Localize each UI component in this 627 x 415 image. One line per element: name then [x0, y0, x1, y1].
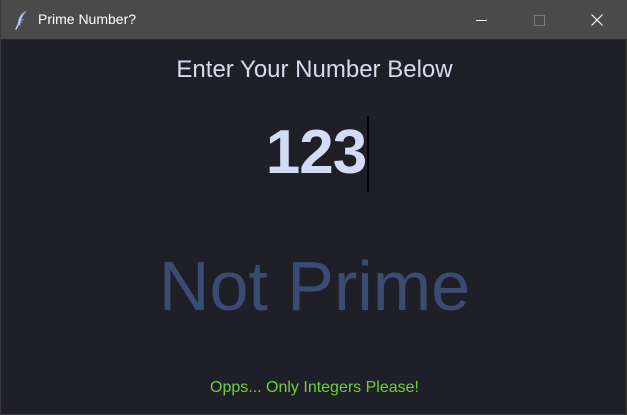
- close-button[interactable]: [574, 0, 620, 40]
- maximize-icon: [533, 14, 545, 26]
- text-caret: [367, 116, 370, 192]
- number-input[interactable]: 123: [181, 112, 451, 194]
- result-label: Not Prime: [158, 247, 471, 325]
- status-message: Opps... Only Integers Please!: [210, 379, 419, 396]
- number-input-value: 123: [265, 118, 367, 187]
- minimize-button[interactable]: [458, 0, 504, 40]
- feather-icon: [14, 10, 30, 30]
- main-content: Enter Your Number Below 123 Not Prime Op…: [1, 40, 627, 415]
- prompt-label: Enter Your Number Below: [176, 56, 453, 83]
- minimize-icon: [475, 15, 487, 26]
- app-window: Prime Number? Enter Your Number Below 12…: [0, 0, 627, 415]
- title-bar[interactable]: Prime Number?: [1, 0, 627, 40]
- maximize-button[interactable]: [516, 0, 562, 40]
- number-input-text: 123: [265, 112, 370, 194]
- window-title: Prime Number?: [38, 11, 137, 27]
- close-icon: [591, 14, 603, 26]
